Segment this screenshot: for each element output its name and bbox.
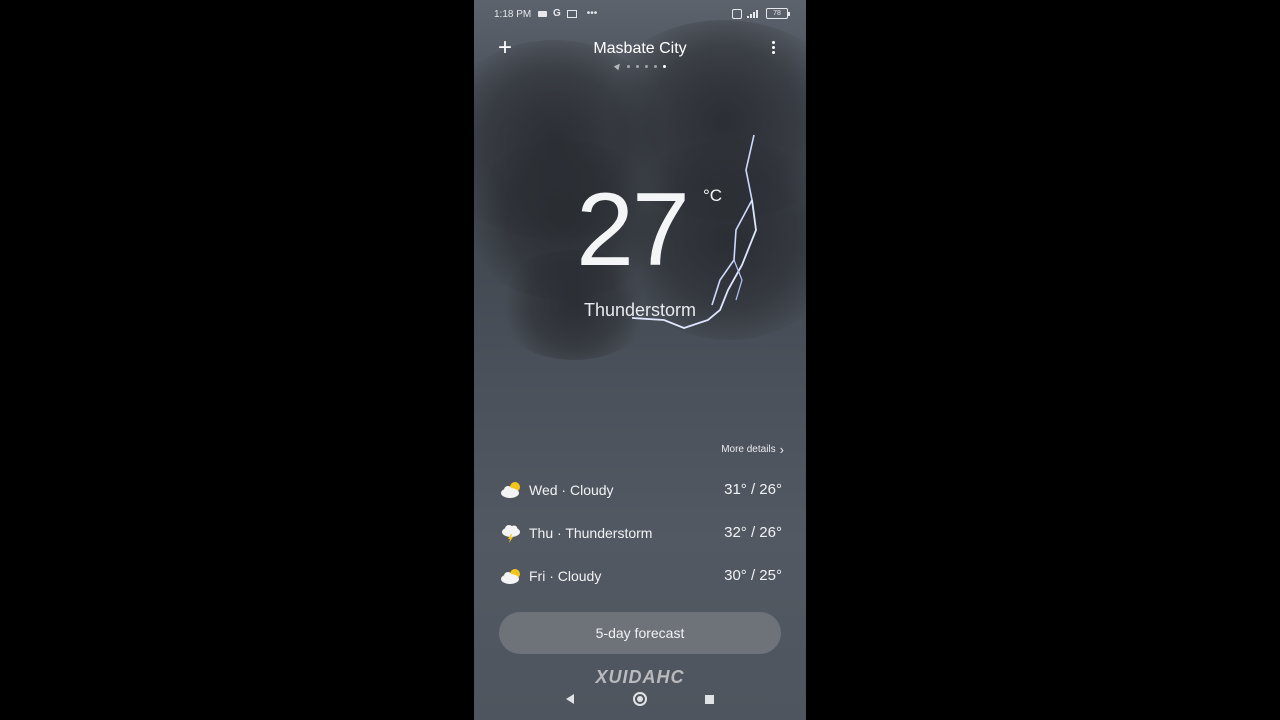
forecast-row-thu[interactable]: Thu · Thunderstorm 32° / 26° <box>500 521 782 547</box>
forecast-day-label: Wed · Cloudy <box>529 482 614 498</box>
city-title: Masbate City <box>593 40 687 57</box>
status-time: 1:18 PM <box>494 9 532 20</box>
top-bar: + Masbate City <box>474 34 806 74</box>
more-details-label: More details <box>721 444 776 455</box>
video-icon <box>538 10 547 17</box>
current-temperature-block: 27 °C <box>474 170 806 290</box>
forecast-day-label: Fri · Cloudy <box>529 568 602 584</box>
forecast-temp-range: 31° / 26° <box>724 481 782 498</box>
status-system-icons: 78 <box>732 8 790 19</box>
chevron-right-icon: › <box>779 442 784 457</box>
menu-dot <box>771 46 775 49</box>
forecast-temp-range: 30° / 25° <box>724 567 782 584</box>
menu-dot <box>771 41 775 44</box>
city-page-indicator <box>474 61 806 71</box>
recents-button[interactable] <box>705 695 714 704</box>
forecast-temp-range: 32° / 26° <box>724 524 782 541</box>
data-saver-icon <box>732 8 742 19</box>
mail-icon <box>566 9 577 18</box>
page-dot-active <box>662 64 666 68</box>
overflow-menu-button[interactable] <box>770 41 776 57</box>
location-arrow-icon <box>613 61 622 71</box>
thunderstorm-icon <box>502 525 520 543</box>
forecast-day-label: Thu · Thunderstorm <box>529 525 653 541</box>
back-button[interactable] <box>566 694 574 704</box>
temperature-unit: °C <box>703 186 723 205</box>
battery-icon: 78 <box>766 8 790 19</box>
watermark: XUIDAHC <box>595 667 685 687</box>
page-dot <box>653 64 657 68</box>
forecast-row-fri[interactable]: Fri · Cloudy 30° / 25° <box>500 564 782 590</box>
cloudy-sun-icon <box>501 482 520 498</box>
status-bar: 1:18 PM G ••• 78 <box>474 0 806 30</box>
more-details-link[interactable]: More details › <box>721 442 784 457</box>
current-condition: Thunderstorm <box>583 300 697 320</box>
home-button[interactable] <box>633 692 647 706</box>
page-dot <box>644 64 648 68</box>
five-day-forecast-button[interactable]: 5-day forecast <box>499 612 781 654</box>
page-dot <box>635 64 639 68</box>
phone-screen: 1:18 PM G ••• 78 + Masbate City 27 °C Th… <box>474 0 806 720</box>
navigation-bar <box>474 690 806 710</box>
cloudy-sun-icon <box>501 569 520 584</box>
page-dot <box>626 64 630 68</box>
current-temperature: 27 <box>576 172 690 288</box>
status-notification-icons: G ••• <box>538 8 597 19</box>
forecast-row-wed[interactable]: Wed · Cloudy 31° / 26° <box>500 478 782 504</box>
signal-icon <box>747 10 758 18</box>
google-icon: G <box>553 8 561 19</box>
more-notifications-icon: ••• <box>586 8 598 19</box>
menu-dot <box>771 51 775 54</box>
